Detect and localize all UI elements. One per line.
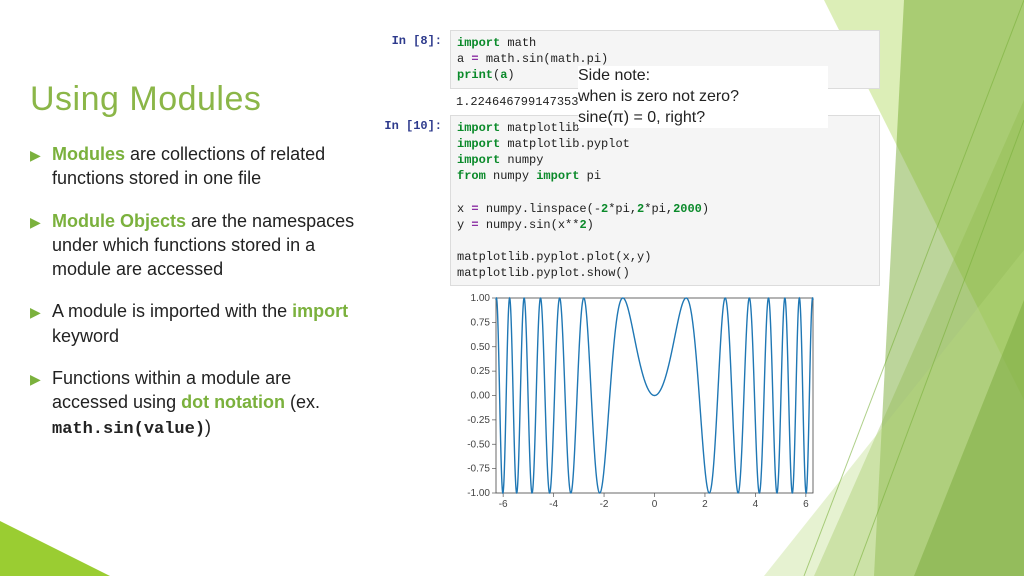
- bullet-text: ): [205, 417, 211, 437]
- tok: matplotlib.pyplot: [507, 137, 629, 151]
- tok: 2: [579, 218, 586, 232]
- bullet-keyword: Module Objects: [52, 211, 186, 231]
- tok: y: [457, 218, 471, 232]
- bullet-mono: math.sin(value): [52, 420, 205, 439]
- bullet-text: A module is imported with the: [52, 301, 292, 321]
- tok: a: [457, 52, 471, 66]
- svg-text:0.75: 0.75: [471, 318, 491, 329]
- bullet-keyword: Modules: [52, 144, 125, 164]
- tok: numpy.linspace(-: [486, 202, 601, 216]
- cell-prompt-empty: [380, 93, 450, 111]
- bullet-item: ▶ Functions within a module are accessed…: [30, 366, 365, 442]
- svg-text:-6: -6: [499, 499, 508, 510]
- bullet-keyword: import: [292, 301, 348, 321]
- tok: math: [507, 36, 536, 50]
- svg-text:0.50: 0.50: [471, 342, 491, 353]
- slide: Using Modules ▶ Modules are collections …: [0, 0, 1024, 576]
- page-title: Using Modules: [30, 80, 261, 119]
- tok: =: [471, 202, 485, 216]
- bullet-text: (ex.: [285, 392, 320, 412]
- tok: numpy.sin(x**: [486, 218, 580, 232]
- tok: import: [457, 153, 507, 167]
- bullet-list: ▶ Modules are collections of related fun…: [30, 142, 365, 460]
- cell-prompt: In [10]:: [380, 115, 450, 287]
- svg-text:1.00: 1.00: [471, 293, 491, 304]
- bullet-keyword: dot notation: [181, 392, 285, 412]
- tok: matplotlib: [507, 121, 579, 135]
- svg-text:6: 6: [803, 499, 809, 510]
- tok: import: [457, 121, 507, 135]
- bullet-text: keyword: [52, 326, 119, 346]
- tok: import: [457, 36, 507, 50]
- svg-text:-1.00: -1.00: [467, 488, 490, 499]
- tok: ): [587, 218, 594, 232]
- tok: math.sin(math.pi): [486, 52, 608, 66]
- svg-text:-4: -4: [549, 499, 558, 510]
- sidenote-line: Side note:: [578, 66, 828, 87]
- sidenote-line: when is zero not zero?: [578, 87, 828, 108]
- tok: from: [457, 169, 493, 183]
- tok: *pi,: [608, 202, 637, 216]
- tok: matplotlib.pyplot.show(): [457, 266, 630, 280]
- bullet-arrow-icon: ▶: [30, 366, 52, 442]
- svg-text:-0.75: -0.75: [467, 464, 490, 475]
- svg-text:-0.25: -0.25: [467, 415, 490, 426]
- svg-text:2: 2: [702, 499, 708, 510]
- bullet-item: ▶ A module is imported with the import k…: [30, 299, 365, 348]
- tok: =: [471, 218, 485, 232]
- svg-text:0.25: 0.25: [471, 367, 491, 378]
- svg-text:4: 4: [753, 499, 759, 510]
- cell-body: import matplotlib import matplotlib.pypl…: [450, 115, 880, 287]
- tok: print: [457, 68, 493, 82]
- svg-text:-0.50: -0.50: [467, 440, 490, 451]
- svg-text:-2: -2: [600, 499, 609, 510]
- tok: pi: [587, 169, 601, 183]
- bullet-arrow-icon: ▶: [30, 299, 52, 348]
- bottom-left-wedge: [0, 521, 110, 576]
- sidenote-line: sine(π) = 0, right?: [578, 108, 828, 129]
- tok: ): [702, 202, 709, 216]
- tok: x: [457, 202, 471, 216]
- bullet-item: ▶ Module Objects are the namespaces unde…: [30, 209, 365, 282]
- svg-text:0: 0: [652, 499, 658, 510]
- tok: =: [471, 52, 485, 66]
- cell-prompt: In [8]:: [380, 30, 450, 89]
- tok: 2000: [673, 202, 702, 216]
- bullet-item: ▶ Modules are collections of related fun…: [30, 142, 365, 191]
- code-cell-2: In [10]: import matplotlib import matplo…: [380, 115, 880, 287]
- tok: *pi,: [644, 202, 673, 216]
- svg-text:0.00: 0.00: [471, 391, 491, 402]
- bullet-arrow-icon: ▶: [30, 209, 52, 282]
- tok: numpy: [493, 169, 536, 183]
- tok: import: [536, 169, 586, 183]
- tok: import: [457, 137, 507, 151]
- tok: numpy: [507, 153, 543, 167]
- tok: matplotlib.pyplot.plot(x,y): [457, 250, 651, 264]
- tok: ): [507, 68, 514, 82]
- side-note: Side note: when is zero not zero? sine(π…: [578, 66, 828, 128]
- chart: -1.00 -0.75 -0.50 -0.25 0.00 0.25 0.50 0.75 1.00…: [448, 290, 823, 515]
- bullet-arrow-icon: ▶: [30, 142, 52, 191]
